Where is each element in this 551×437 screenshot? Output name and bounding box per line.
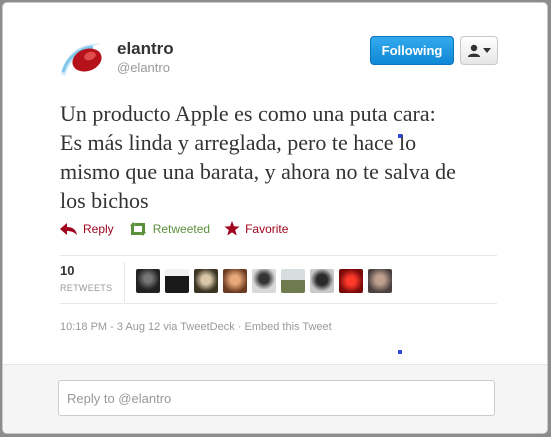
retweeted-label: Retweeted [152, 221, 211, 236]
favorite-label: Favorite [245, 221, 289, 236]
meta-separator: · [237, 321, 242, 333]
retweet-count-label: RETWEETS [60, 283, 113, 293]
reply-input[interactable] [58, 380, 495, 416]
retweet-count[interactable]: 10 [60, 263, 74, 278]
retweeter-avatar[interactable] [281, 269, 305, 293]
retweeter-avatar[interactable] [194, 269, 218, 293]
selection-marker [398, 134, 402, 138]
user-icon [468, 44, 480, 57]
reply-footer [3, 364, 547, 433]
reply-label: Reply [83, 221, 114, 236]
retweeter-avatar[interactable] [368, 269, 392, 293]
caret-down-icon [483, 47, 491, 53]
divider [60, 303, 497, 304]
retweeter-avatar[interactable] [165, 269, 189, 293]
retweet-icon [129, 221, 146, 236]
retweeter-avatar[interactable] [252, 269, 276, 293]
timestamp[interactable]: 10:18 PM - 3 Aug 12 [60, 321, 160, 333]
divider [60, 255, 497, 256]
following-button[interactable]: Following [370, 36, 454, 65]
user-actions-button[interactable] [460, 36, 498, 65]
reply-action[interactable]: Reply [60, 221, 114, 236]
tweet-actions: Reply Retweeted Favorite [60, 221, 302, 236]
retweeter-avatar[interactable] [136, 269, 160, 293]
retweeter-avatars [136, 269, 392, 293]
retweeter-avatar[interactable] [339, 269, 363, 293]
user-handle[interactable]: @elantro [117, 60, 170, 75]
reply-icon [60, 222, 77, 235]
favorite-action[interactable]: Favorite [224, 221, 288, 236]
avatar-image [57, 34, 105, 82]
retweeted-action[interactable]: Retweeted [128, 221, 210, 236]
tweet-meta: 10:18 PM - 3 Aug 12 via TweetDeck · Embe… [60, 321, 332, 333]
via-client: via TweetDeck [163, 321, 235, 333]
embed-tweet-link[interactable]: Embed this Tweet [244, 321, 331, 333]
avatar[interactable] [57, 34, 105, 82]
selection-marker [398, 350, 402, 354]
tweet-text: Un producto Apple es como una puta cara:… [60, 101, 456, 213]
retweeter-avatar[interactable] [310, 269, 334, 293]
user-name[interactable]: elantro [117, 39, 174, 59]
tweet-card: elantro @elantro Following Un producto A… [2, 2, 548, 434]
star-icon [224, 221, 240, 236]
stats-separator [124, 262, 125, 302]
retweeter-avatar[interactable] [223, 269, 247, 293]
